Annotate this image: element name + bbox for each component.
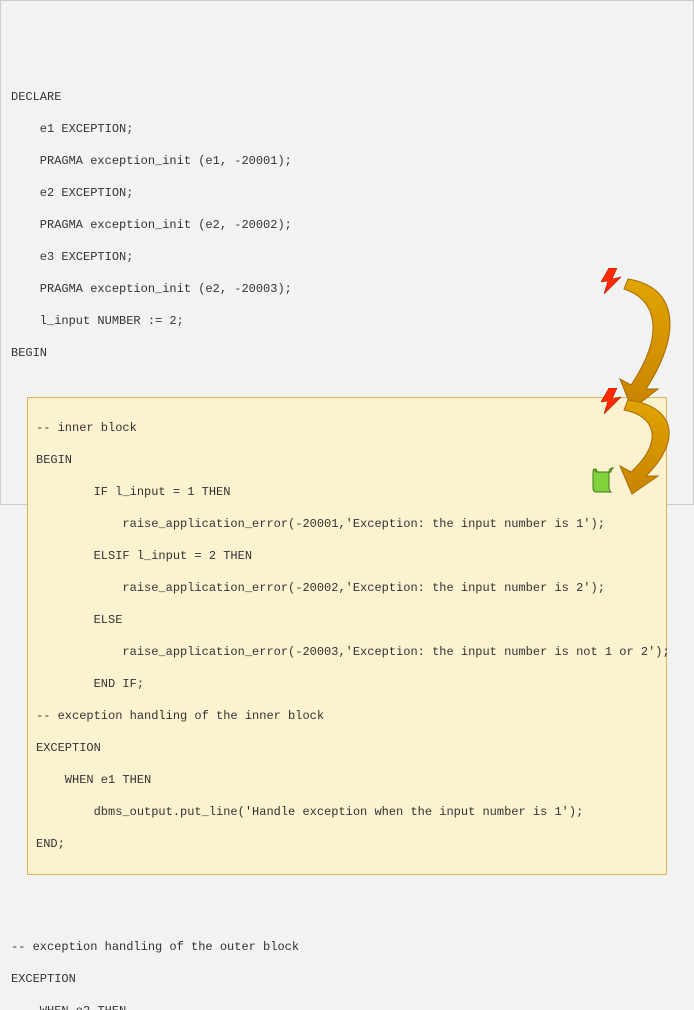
code-line: raise_application_error(-20003,'Exceptio… [36, 644, 658, 660]
code-line: DECLARE [11, 89, 683, 105]
code-line: -- exception handling of the outer block [11, 939, 683, 955]
code-line: ELSE [36, 612, 658, 628]
inner-code-block: -- inner block BEGIN IF l_input = 1 THEN… [27, 397, 667, 875]
code-line: -- inner block [36, 420, 658, 436]
code-line: END IF; [36, 676, 658, 692]
code-line: EXCEPTION [11, 971, 683, 987]
code-line: e2 EXCEPTION; [11, 185, 683, 201]
code-line: ELSIF l_input = 2 THEN [36, 548, 658, 564]
code-line: raise_application_error(-20001,'Exceptio… [36, 516, 658, 532]
code-line: END; [36, 836, 658, 852]
code-line: raise_application_error(-20002,'Exceptio… [36, 580, 658, 596]
code-line: BEGIN [36, 452, 658, 468]
code-line: PRAGMA exception_init (e2, -20002); [11, 217, 683, 233]
code-line: WHEN e1 THEN [36, 772, 658, 788]
code-line: l_input NUMBER := 2; [11, 313, 683, 329]
code-line: PRAGMA exception_init (e1, -20001); [11, 153, 683, 169]
code-line: -- exception handling of the inner block [36, 708, 658, 724]
code-line: IF l_input = 1 THEN [36, 484, 658, 500]
code-line: EXCEPTION [36, 740, 658, 756]
code-line: BEGIN [11, 345, 683, 361]
code-line: dbms_output.put_line('Handle exception w… [36, 804, 658, 820]
code-line: WHEN e2 THEN [11, 1003, 683, 1010]
code-line: e3 EXCEPTION; [11, 249, 683, 265]
outer-code-block: DECLARE e1 EXCEPTION; PRAGMA exception_i… [11, 73, 683, 1010]
code-line: e1 EXCEPTION; [11, 121, 683, 137]
code-line: PRAGMA exception_init (e2, -20003); [11, 281, 683, 297]
